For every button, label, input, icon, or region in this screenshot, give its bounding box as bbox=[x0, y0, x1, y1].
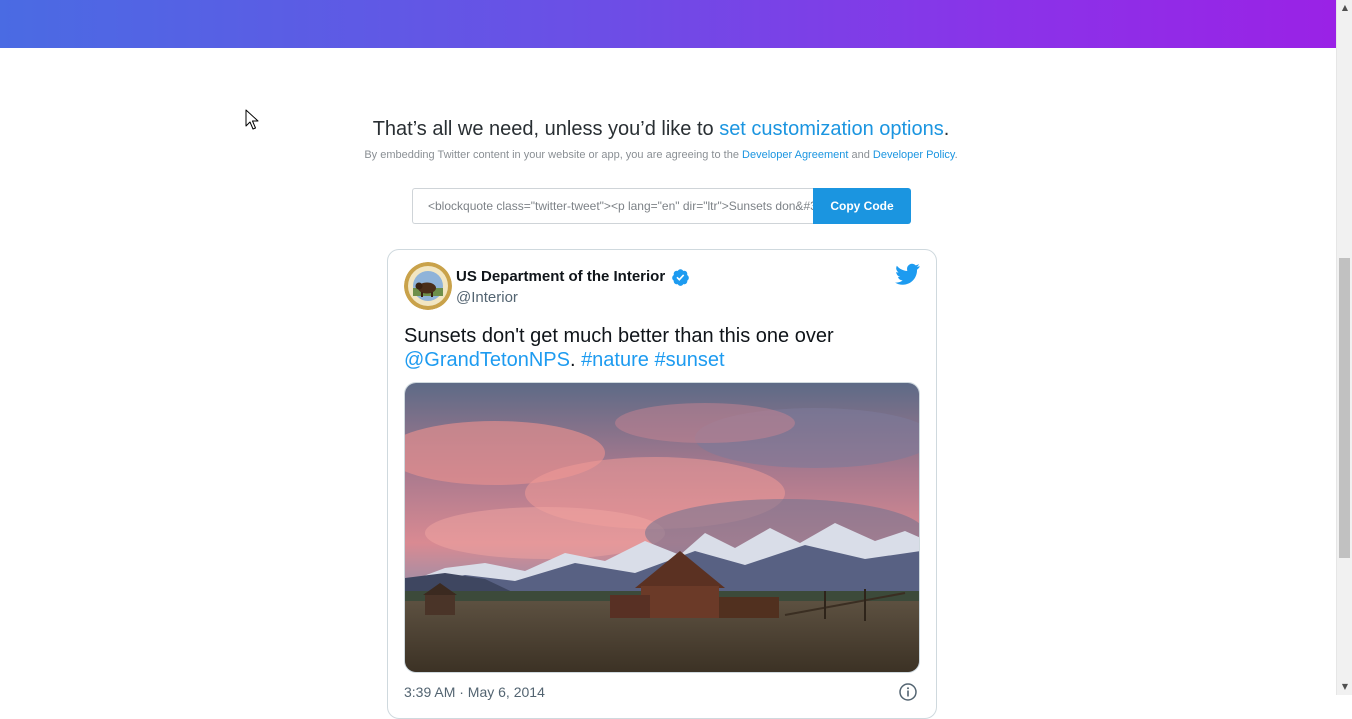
developer-policy-link[interactable]: Developer Policy bbox=[873, 149, 955, 161]
tweet-photo[interactable] bbox=[404, 382, 920, 673]
hashtag-nature-link[interactable]: #nature bbox=[581, 349, 649, 371]
header-gradient-band bbox=[0, 0, 1336, 48]
tweet-separator: . bbox=[569, 349, 582, 371]
page-headline: That’s all we need, unless you’d like to… bbox=[0, 118, 1322, 141]
author-handle[interactable]: @Interior bbox=[456, 289, 518, 306]
copy-code-button[interactable]: Copy Code bbox=[813, 188, 911, 224]
scrollbar-thumb[interactable] bbox=[1339, 258, 1350, 558]
embed-code-field[interactable] bbox=[412, 188, 814, 224]
verified-badge-icon bbox=[672, 269, 689, 286]
hashtag-sunset-link[interactable]: #sunset bbox=[654, 349, 724, 371]
tweet-text-body: Sunsets don't get much better than this … bbox=[404, 325, 834, 347]
legal-and-text: and bbox=[848, 149, 873, 161]
headline-period: . bbox=[943, 118, 950, 140]
developer-agreement-link[interactable]: Developer Agreement bbox=[742, 149, 848, 161]
headline-text: That’s all we need, unless you’d like to bbox=[372, 118, 720, 140]
customization-options-link[interactable]: set customization options bbox=[719, 118, 944, 140]
info-icon[interactable] bbox=[898, 682, 918, 702]
author-name[interactable]: US Department of the Interior bbox=[456, 268, 665, 285]
legal-text: By embedding Twitter content in your web… bbox=[364, 149, 743, 161]
page-scrollbar[interactable]: ▲ ▼ bbox=[1336, 0, 1352, 695]
tweet-text: Sunsets don't get much better than this … bbox=[404, 324, 904, 372]
scroll-down-arrow-icon[interactable]: ▼ bbox=[1337, 679, 1352, 695]
tweet-timestamp[interactable]: 3:39 AM · May 6, 2014 bbox=[404, 684, 545, 700]
embedded-tweet-card[interactable]: US Department of the Interior @Interior … bbox=[387, 249, 937, 719]
mouse-cursor-icon bbox=[245, 109, 259, 130]
author-avatar[interactable] bbox=[404, 262, 452, 310]
mention-grandtetonnps-link[interactable]: @GrandTetonNPS bbox=[404, 349, 570, 371]
legal-notice: By embedding Twitter content in your web… bbox=[0, 149, 1322, 161]
scroll-up-arrow-icon[interactable]: ▲ bbox=[1337, 0, 1352, 16]
legal-period: . bbox=[954, 149, 958, 161]
twitter-bird-icon[interactable] bbox=[895, 263, 920, 285]
